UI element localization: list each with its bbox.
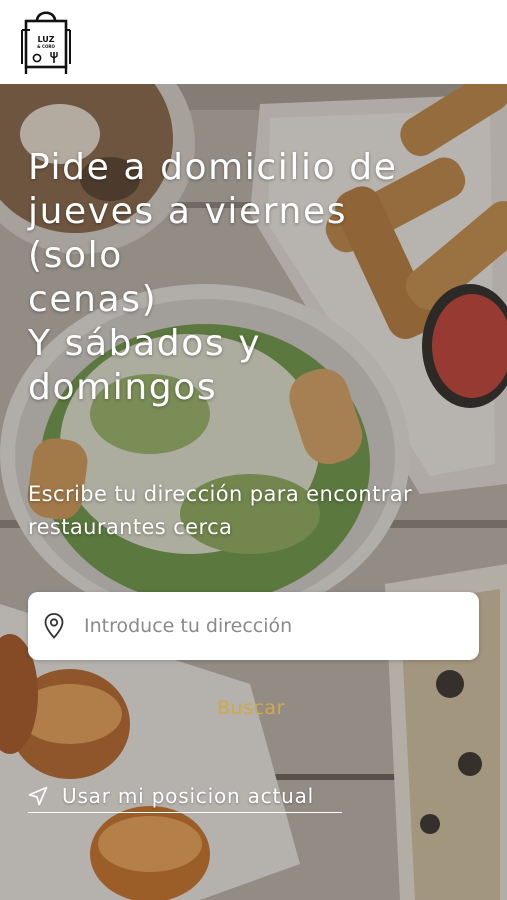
- map-pin-icon: [42, 612, 66, 640]
- logo-text: LUZ & CORO: [33, 35, 59, 49]
- navigation-arrow-icon: [28, 785, 50, 807]
- use-current-location-link[interactable]: Usar mi posicion actual: [28, 780, 342, 813]
- hero-section: Pide a domicilio de jueves a viernes (so…: [0, 84, 507, 900]
- address-search-box[interactable]: [28, 592, 479, 660]
- top-bar: LUZ & CORO: [0, 0, 507, 84]
- hero-subtitle: Escribe tu dirección para encontrar rest…: [28, 482, 413, 539]
- app-screen: LUZ & CORO Pide a domicilio de jueves a …: [0, 0, 507, 900]
- search-button[interactable]: Buscar: [217, 697, 285, 719]
- brand-logo[interactable]: LUZ & CORO: [16, 6, 76, 78]
- use-current-location-label: Usar mi posicion actual: [62, 784, 315, 808]
- logo-line-2: & CORO: [37, 44, 55, 49]
- hero-headline: Pide a domicilio de jueves a viernes (so…: [28, 147, 398, 408]
- logo-line-1: LUZ: [37, 35, 55, 44]
- address-input[interactable]: [82, 605, 456, 647]
